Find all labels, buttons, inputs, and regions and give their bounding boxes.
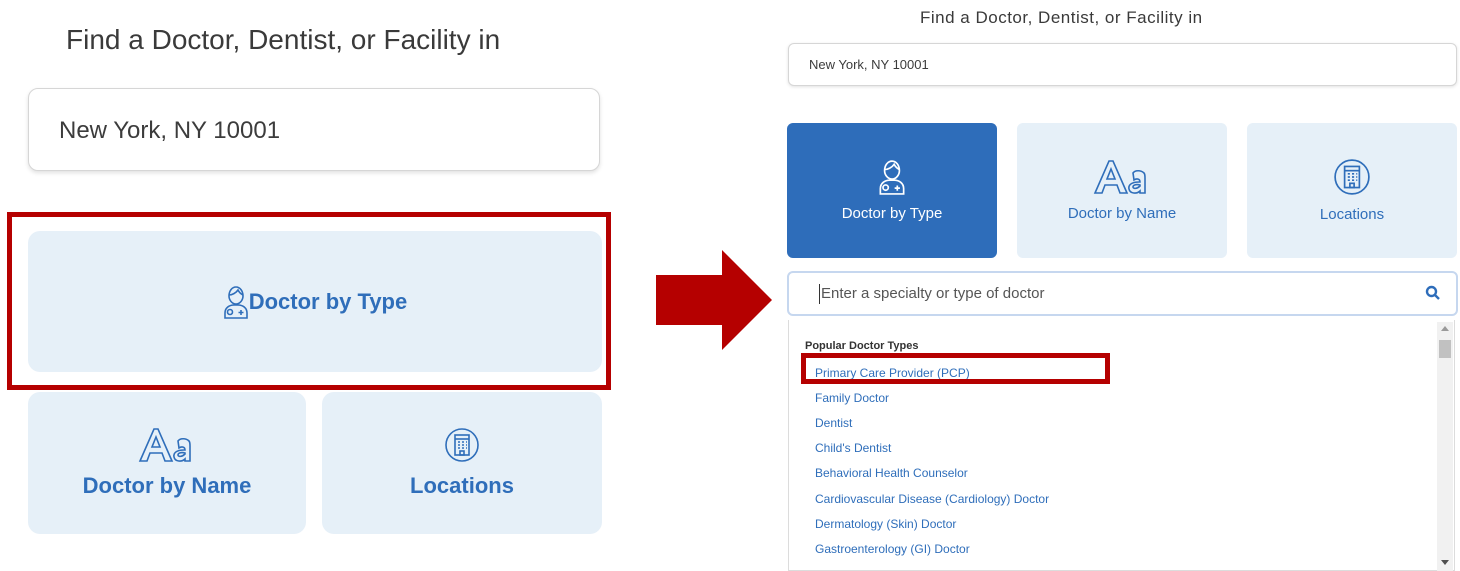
- list-item-behavioral-health[interactable]: Behavioral Health Counselor: [815, 466, 968, 480]
- left-locations-label: Locations: [410, 473, 514, 498]
- left-highlight-box: [7, 212, 611, 390]
- left-page-title: Find a Doctor, Dentist, or Facility in: [66, 24, 501, 55]
- right-location-value: New York, NY 10001: [809, 57, 929, 72]
- popular-doctor-types-heading: Popular Doctor Types: [805, 340, 919, 352]
- font-aa-icon: [1093, 160, 1146, 194]
- search-icon[interactable]: [1425, 285, 1441, 301]
- left-location-input[interactable]: New York, NY 10001: [28, 88, 600, 171]
- left-location-value: New York, NY 10001: [59, 117, 281, 144]
- list-item-dentist[interactable]: Dentist: [815, 416, 852, 430]
- scroll-up-arrow-icon[interactable]: [1441, 326, 1449, 331]
- building-icon: [1334, 159, 1370, 195]
- list-item-gastroenterology[interactable]: Gastroenterology (GI) Doctor: [815, 542, 970, 556]
- right-page-title: Find a Doctor, Dentist, or Facility in: [920, 8, 1203, 27]
- specialty-search-placeholder: Enter a specialty or type of doctor: [821, 285, 1045, 302]
- right-doctor-by-name-tile[interactable]: Doctor by Name: [1017, 123, 1227, 258]
- list-item-cardiology[interactable]: Cardiovascular Disease (Cardiology) Doct…: [815, 492, 1049, 506]
- right-doctor-by-type-label: Doctor by Type: [841, 205, 943, 222]
- font-aa-icon: [138, 428, 191, 462]
- building-icon: [445, 428, 479, 462]
- list-item-dermatology[interactable]: Dermatology (Skin) Doctor: [815, 517, 956, 531]
- right-doctor-by-type-tile[interactable]: Doctor by Type: [787, 123, 997, 258]
- left-locations-button[interactable]: Locations: [322, 392, 602, 534]
- right-locations-label: Locations: [1319, 206, 1385, 223]
- dropdown-scrollbar[interactable]: [1437, 322, 1453, 571]
- right-doctor-by-name-label: Doctor by Name: [1067, 205, 1177, 222]
- text-caret: [819, 284, 820, 304]
- right-arrow-head: [722, 250, 772, 350]
- left-doctor-by-name-label: Doctor by Name: [82, 473, 252, 498]
- doctor-icon: [879, 160, 905, 195]
- list-item-family-doctor[interactable]: Family Doctor: [815, 391, 889, 405]
- specialty-search-input[interactable]: Enter a specialty or type of doctor: [787, 271, 1458, 316]
- primary-care-highlight-box: [801, 353, 1110, 384]
- right-location-input[interactable]: New York, NY 10001: [788, 43, 1457, 86]
- scroll-down-arrow-icon[interactable]: [1441, 560, 1449, 565]
- right-locations-tile[interactable]: Locations: [1247, 123, 1457, 258]
- left-doctor-by-name-button[interactable]: Doctor by Name: [28, 392, 306, 534]
- scroll-thumb[interactable]: [1439, 340, 1451, 358]
- list-item-childs-dentist[interactable]: Child's Dentist: [815, 441, 891, 455]
